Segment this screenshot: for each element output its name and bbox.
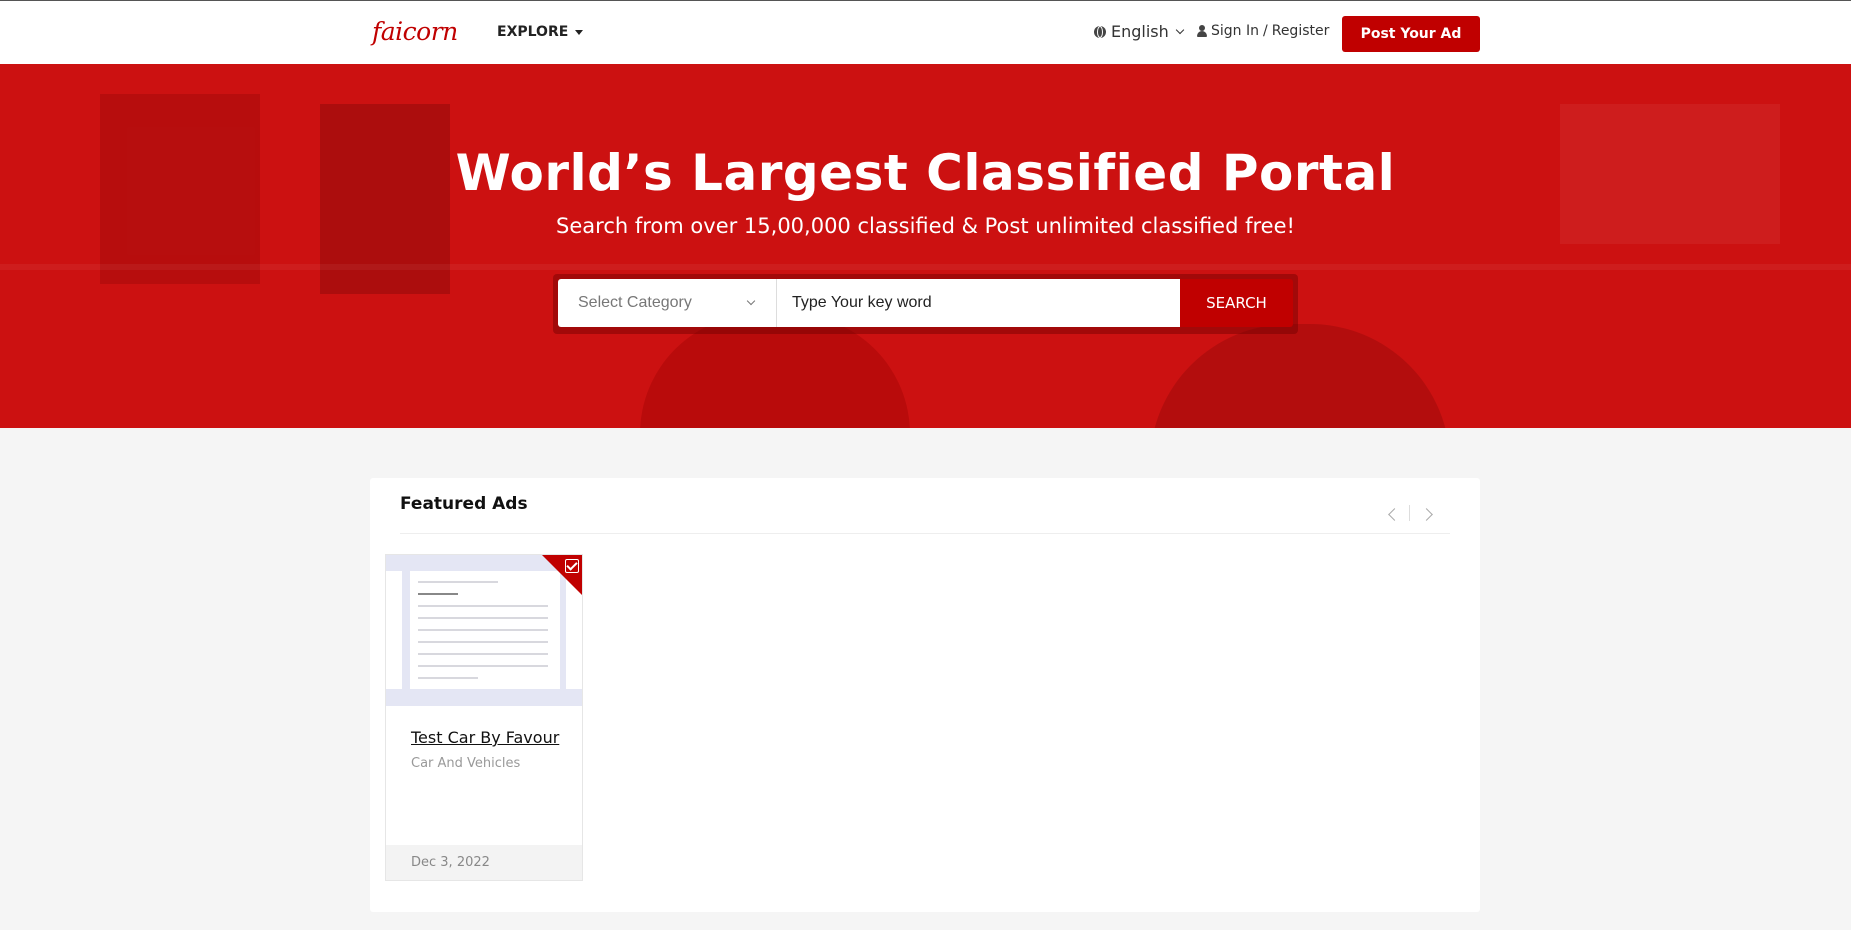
- thumbnail-screen-left: [386, 571, 402, 689]
- auth-separator: /: [1263, 23, 1268, 39]
- language-selector[interactable]: English: [1094, 22, 1185, 41]
- category-select-label: Select Category: [578, 294, 692, 311]
- ad-card[interactable]: Test Car By Favour Car And Vehicles Dec …: [385, 554, 583, 881]
- post-ad-button[interactable]: Post Your Ad: [1342, 16, 1480, 52]
- globe-icon: [1094, 25, 1106, 38]
- featured-ads-section: Featured Ads Test Car By Favour Car And …: [370, 478, 1480, 912]
- user-icon: [1197, 25, 1207, 37]
- ad-footer: Dec 3, 2022: [386, 845, 582, 880]
- chevron-down-icon: [746, 296, 756, 306]
- hero-title: World’s Largest Classified Portal: [455, 144, 1396, 202]
- ad-category: Car And Vehicles: [411, 756, 521, 771]
- section-divider: [400, 533, 1450, 534]
- category-select[interactable]: Select Category: [558, 279, 777, 327]
- ad-thumbnail[interactable]: [386, 555, 582, 706]
- thumbnail-screen-main: [410, 571, 560, 689]
- hero-bg-person-right: [1150, 324, 1450, 428]
- language-label: English: [1111, 22, 1169, 41]
- explore-label: EXPLORE: [497, 24, 569, 40]
- carousel-prev-icon[interactable]: [1383, 504, 1403, 524]
- auth-links: Sign In / Register: [1197, 23, 1329, 39]
- register-link[interactable]: Register: [1272, 23, 1330, 39]
- carousel-nav-divider: [1409, 505, 1410, 521]
- carousel-next-icon[interactable]: [1419, 504, 1439, 524]
- site-logo[interactable]: faicorn: [372, 17, 458, 46]
- featured-ads-heading: Featured Ads: [400, 494, 528, 514]
- hero-subtitle: Search from over 15,00,000 classified & …: [556, 214, 1295, 238]
- check-square-icon: [565, 559, 579, 573]
- explore-menu[interactable]: EXPLORE: [497, 24, 584, 40]
- keyword-search-input[interactable]: [777, 279, 1180, 327]
- caret-down-icon: [575, 29, 584, 35]
- top-navbar: faicorn EXPLORE English Sign In / Regist…: [0, 0, 1851, 64]
- hero-bg-shelf-top: [0, 264, 1851, 270]
- sign-in-link[interactable]: Sign In: [1211, 23, 1259, 39]
- ad-title-link[interactable]: Test Car By Favour: [411, 728, 559, 747]
- ad-date: Dec 3, 2022: [411, 855, 490, 870]
- search-bar: Select Category SEARCH: [553, 274, 1298, 334]
- chevron-down-icon: [1175, 25, 1185, 34]
- search-button[interactable]: SEARCH: [1180, 279, 1293, 327]
- hero-banner: World’s Largest Classified Portal Search…: [0, 64, 1851, 428]
